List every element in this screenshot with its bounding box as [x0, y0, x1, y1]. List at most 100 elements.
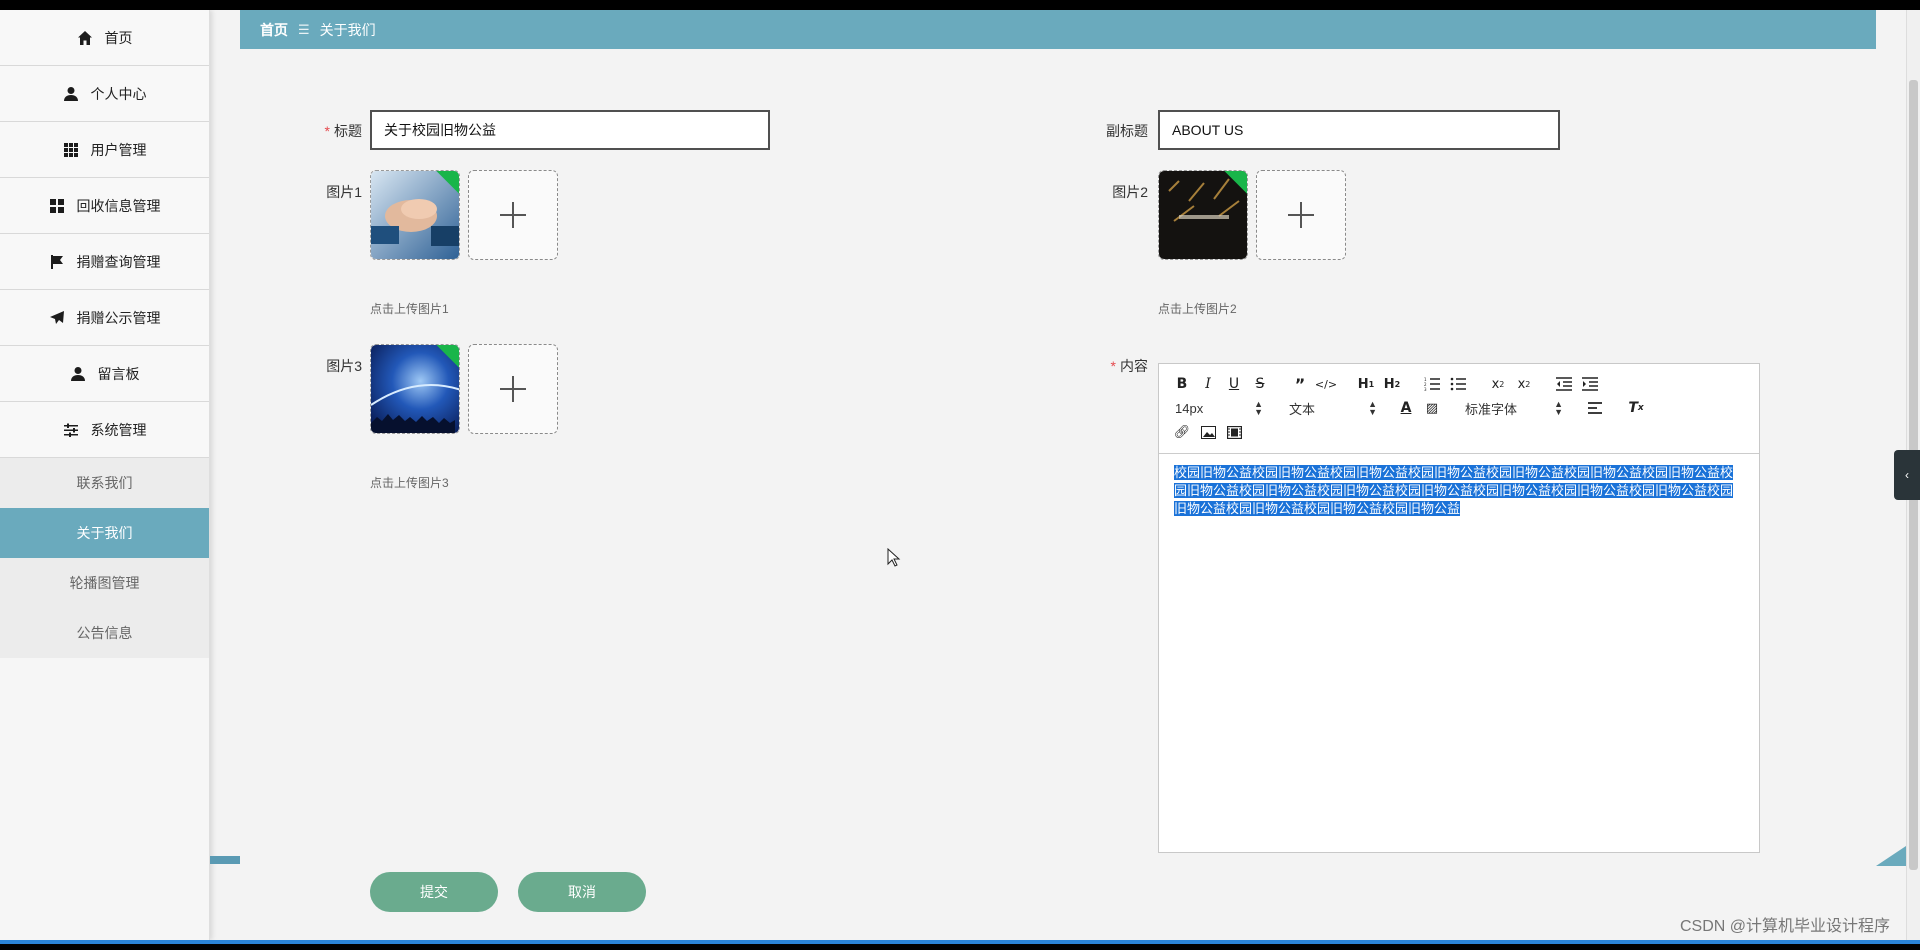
font-size-value: 14px [1175, 400, 1204, 416]
subtitle-input[interactable]: ABOUT US [1158, 110, 1560, 150]
editor-toolbar: B I U S ” </> H1 H2 123 x2 x2 14px ▲ ▼ 文… [1159, 364, 1759, 454]
code-block-icon[interactable]: </> [1313, 373, 1339, 395]
title-input[interactable]: 关于校园旧物公益 [370, 110, 770, 150]
status-line [0, 940, 1920, 944]
image2-upload-button[interactable] [1256, 170, 1346, 260]
user-icon [70, 366, 85, 381]
sidebar-subitem-contact[interactable]: 联系我们 [0, 458, 209, 508]
outdent-icon[interactable] [1551, 373, 1577, 395]
dark-banner-image [1159, 171, 1247, 259]
underline-icon[interactable]: U [1221, 373, 1247, 395]
cancel-button[interactable]: 取消 [518, 872, 646, 912]
clear-format-icon[interactable]: Tx [1623, 397, 1649, 419]
required-mark: * [324, 123, 330, 139]
plus-icon [1288, 202, 1314, 228]
sliders-icon [63, 423, 78, 437]
image2-thumbnail[interactable] [1158, 170, 1248, 260]
title-label: * 标题 [314, 121, 362, 141]
sidebar-item-recycle[interactable]: 回收信息管理 [0, 178, 209, 234]
sidebar-item-label: 用户管理 [90, 141, 147, 158]
content-label-text: 内容 [1120, 358, 1148, 374]
background-color-icon[interactable]: ▨ [1419, 397, 1445, 419]
svg-text:3: 3 [1424, 387, 1427, 391]
home-icon [77, 30, 92, 45]
video-icon[interactable] [1221, 421, 1247, 443]
image-icon[interactable] [1195, 421, 1221, 443]
dashboard-icon [49, 198, 64, 213]
sidebar-subitem-about[interactable]: 关于我们 [0, 508, 209, 558]
link-icon[interactable]: 🔗︎ [1169, 421, 1195, 443]
plus-icon [500, 202, 526, 228]
grid-icon [63, 142, 78, 157]
breadcrumb-separator-icon: ☰ [298, 21, 310, 37]
editor-content[interactable]: 校园旧物公益校园旧物公益校园旧物公益校园旧物公益校园旧物公益校园旧物公益校园旧物… [1159, 454, 1759, 528]
send-icon [49, 310, 64, 324]
subtitle-label: 副标题 [1106, 123, 1148, 139]
image3-upload-button[interactable] [468, 344, 558, 434]
select-arrows-icon: ▲ ▼ [1554, 399, 1563, 417]
heading1-icon[interactable]: H1 [1353, 373, 1379, 395]
blockquote-icon[interactable]: ” [1287, 373, 1313, 395]
submit-button[interactable]: 提交 [370, 872, 498, 912]
selected-text: 校园旧物公益校园旧物公益校园旧物公益校园旧物公益校园旧物公益校园旧物公益校园旧物… [1174, 465, 1734, 516]
image1-upload-button[interactable] [468, 170, 558, 260]
rich-text-editor[interactable]: B I U S ” </> H1 H2 123 x2 x2 14px ▲ ▼ 文… [1158, 363, 1760, 853]
heading2-icon[interactable]: H2 [1379, 373, 1405, 395]
bold-icon[interactable]: B [1169, 373, 1195, 395]
title-label-text: 标题 [334, 123, 362, 139]
sidebar-item-label: 捐赠公示管理 [76, 309, 161, 326]
sidebar-item-label: 留言板 [97, 365, 140, 382]
format-select[interactable]: 文本 ▲ ▼ [1283, 399, 1383, 418]
image1-label: 图片1 [326, 184, 362, 200]
sidebar-subitem-carousel[interactable]: 轮播图管理 [0, 558, 209, 608]
indent-icon[interactable] [1577, 373, 1603, 395]
sidebar-item-message-board[interactable]: 留言板 [0, 346, 209, 402]
image3-label: 图片3 [326, 358, 362, 374]
decoration-strip [210, 856, 240, 864]
format-value: 文本 [1289, 401, 1316, 417]
strikethrough-icon[interactable]: S [1247, 373, 1273, 395]
sidebar-item-home[interactable]: 首页 [0, 10, 209, 66]
bullet-list-icon[interactable] [1445, 373, 1471, 395]
user-icon [63, 86, 78, 101]
image3-hint: 点击上传图片3 [370, 476, 449, 490]
sidebar-item-users[interactable]: 用户管理 [0, 122, 209, 178]
font-family-select[interactable]: 标准字体 ▲ ▼ [1459, 399, 1569, 418]
image3-thumbnail[interactable] [370, 344, 460, 434]
select-arrows-icon: ▲ ▼ [1254, 399, 1263, 417]
subscript-icon[interactable]: x2 [1485, 373, 1511, 395]
italic-icon[interactable]: I [1195, 373, 1221, 395]
sidebar-item-label: 捐赠查询管理 [76, 253, 161, 270]
image1-thumbnail[interactable] [370, 170, 460, 260]
font-color-icon[interactable]: A [1393, 397, 1419, 419]
breadcrumb: 首页 ☰ 关于我们 [240, 10, 1876, 49]
sidebar-item-donation-query[interactable]: 捐赠查询管理 [0, 234, 209, 290]
image2-label: 图片2 [1112, 184, 1148, 200]
select-arrows-icon: ▲ ▼ [1368, 399, 1377, 417]
image1-hint: 点击上传图片1 [370, 302, 449, 316]
hands-image [371, 171, 459, 259]
sidebar-item-system[interactable]: 系统管理 [0, 402, 209, 458]
chevron-left-icon: ‹ [1905, 468, 1909, 482]
sidebar-item-label: 系统管理 [90, 421, 147, 438]
superscript-icon[interactable]: x2 [1511, 373, 1537, 395]
breadcrumb-home[interactable]: 首页 [260, 20, 288, 40]
mouse-cursor-icon [887, 548, 901, 567]
font-family-value: 标准字体 [1465, 401, 1518, 417]
sidebar-subitem-notice[interactable]: 公告信息 [0, 608, 209, 658]
sidebar-item-profile[interactable]: 个人中心 [0, 66, 209, 122]
required-mark: * [1110, 358, 1116, 374]
breadcrumb-current: 关于我们 [319, 21, 376, 38]
collapse-tab[interactable]: ‹ [1894, 450, 1920, 500]
content-label: * 内容 [1100, 356, 1148, 376]
flag-icon [50, 254, 63, 269]
sidebar-item-label: 回收信息管理 [76, 197, 161, 214]
align-icon[interactable] [1583, 397, 1609, 419]
image2-hint: 点击上传图片2 [1158, 302, 1237, 316]
sidebar: 首页 个人中心 用户管理 回收信息管理 捐赠查询管理 捐赠公示管理 留言板 系统… [0, 10, 210, 940]
blue-crowd-image [371, 345, 459, 433]
font-size-select[interactable]: 14px ▲ ▼ [1169, 399, 1269, 417]
ordered-list-icon[interactable]: 123 [1419, 373, 1445, 395]
app-screen: 首页 个人中心 用户管理 回收信息管理 捐赠查询管理 捐赠公示管理 留言板 系统… [0, 10, 1920, 940]
sidebar-item-donation-publicity[interactable]: 捐赠公示管理 [0, 290, 209, 346]
